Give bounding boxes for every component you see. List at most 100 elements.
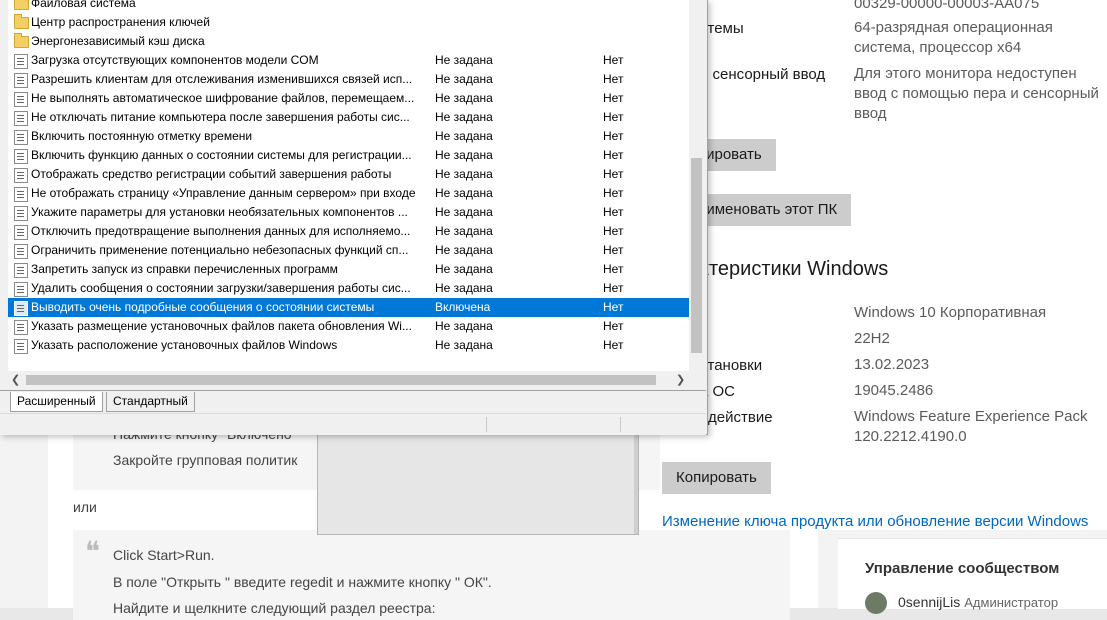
policy-name: Энергонезависимый кэш диска xyxy=(31,34,205,48)
policy-setting-icon xyxy=(14,187,28,202)
tab-standard[interactable]: Стандартный xyxy=(106,392,195,412)
policy-setting-icon xyxy=(14,206,28,221)
policy-setting-icon xyxy=(14,111,28,126)
background-dialog-scrollbar[interactable] xyxy=(634,430,638,534)
policy-state: Не задана xyxy=(435,224,493,238)
policy-state: Не задана xyxy=(435,319,493,333)
policy-state: Не задана xyxy=(435,91,493,105)
installed-on-value: 13.02.2023 xyxy=(854,356,930,373)
policy-comment: Нет xyxy=(603,72,624,86)
edition-value: Windows 10 Корпоративная xyxy=(854,304,1047,321)
policy-setting-icon xyxy=(14,282,28,297)
policy-state: Не задана xyxy=(435,205,493,219)
policy-state: Не задана xyxy=(435,72,493,86)
policy-name: Отображать средство регистрации событий … xyxy=(31,167,392,181)
policy-comment: Нет xyxy=(603,53,624,67)
policy-setting-icon xyxy=(14,54,28,69)
policy-comment: Нет xyxy=(603,319,624,333)
policy-state: Не задана xyxy=(435,243,493,257)
scroll-right-icon[interactable]: ❯ xyxy=(676,373,685,386)
vertical-scroll-thumb[interactable] xyxy=(691,158,702,353)
policy-setting-row[interactable]: Не выполнять автоматическое шифрование ф… xyxy=(8,89,689,108)
policy-setting-row[interactable]: Отображать средство регистрации событий … xyxy=(8,165,689,184)
policy-setting-icon xyxy=(14,244,28,259)
policy-setting-row[interactable]: Не отключать питание компьютера после за… xyxy=(8,108,689,127)
policy-setting-icon xyxy=(14,339,28,354)
policy-comment: Нет xyxy=(603,281,624,295)
policy-name: Удалить сообщения о состоянии загрузки/з… xyxy=(31,281,411,295)
product-id-value: 00329-00000-00003-AA075 xyxy=(854,0,1040,12)
copy-windows-specs-button[interactable]: Копировать xyxy=(662,462,771,494)
policy-name: Не отключать питание компьютера после за… xyxy=(31,110,410,124)
installed-on-label: становки xyxy=(700,357,763,374)
policy-folder-row[interactable]: Файловая система xyxy=(8,0,689,13)
policy-setting-icon xyxy=(14,73,28,88)
change-product-key-link[interactable]: Изменение ключа продукта или обновление … xyxy=(662,513,1088,530)
tab-extended[interactable]: Расширенный xyxy=(10,392,103,412)
policy-name: Ограничить применение потенциально небез… xyxy=(31,243,409,257)
policy-setting-icon xyxy=(14,92,28,107)
vertical-scrollbar[interactable] xyxy=(689,0,706,371)
status-bar xyxy=(0,413,706,435)
policy-setting-row[interactable]: Включить постоянную отметку времени Не за… xyxy=(8,127,689,146)
policy-name: Файловая система xyxy=(31,0,136,10)
policy-setting-icon xyxy=(14,130,28,145)
pen-touch-value: Для этого монитора недоступен ввод с пом… xyxy=(854,65,1099,122)
policy-name: Не отображать страницу «Управление данны… xyxy=(31,186,416,200)
scroll-left-icon[interactable]: ❮ xyxy=(11,373,20,386)
policy-setting-icon xyxy=(14,168,28,183)
policy-name: Разрешить клиентам для отслеживания изме… xyxy=(31,72,413,86)
policy-setting-row[interactable]: Отключить предотвращение выполнения данн… xyxy=(8,222,689,241)
policy-setting-row[interactable]: Выводить очень подробные сообщения о сос… xyxy=(8,298,689,317)
policy-comment: Нет xyxy=(603,338,624,352)
policy-setting-row[interactable]: Включить функцию данных о состоянии сист… xyxy=(8,146,689,165)
policy-state: Не задана xyxy=(435,338,493,352)
policy-name: Выводить очень подробные сообщения о сос… xyxy=(31,300,375,314)
os-build-value: 19045.2486 xyxy=(854,382,934,399)
policy-state: Не задана xyxy=(435,148,493,162)
policy-setting-row[interactable]: Разрешить клиентам для отслеживания изме… xyxy=(8,70,689,89)
policy-comment: Нет xyxy=(603,300,624,314)
policy-name: Указать расположение установочных файлов… xyxy=(31,338,338,352)
policy-name: Запретить запуск из справки перечисленны… xyxy=(31,262,338,276)
policy-name: Загрузка отсутствующих компонентов модел… xyxy=(31,53,319,67)
policy-setting-row[interactable]: Указать размещение установочных файлов п… xyxy=(8,317,689,336)
community-title: Управление сообществом xyxy=(865,560,1060,577)
or-text: или xyxy=(73,499,97,515)
horizontal-scroll-thumb[interactable] xyxy=(26,375,656,385)
horizontal-scrollbar[interactable]: ❮ ❯ xyxy=(8,371,689,389)
folder-icon xyxy=(14,0,29,10)
policy-state: Не задана xyxy=(435,186,493,200)
quote1-line2: Закройте групповая политик xyxy=(113,452,298,468)
folder-icon xyxy=(14,14,29,29)
policy-setting-icon xyxy=(14,320,28,335)
policy-comment: Нет xyxy=(603,129,624,143)
policy-folder-row[interactable]: Энергонезависимый кэш диска xyxy=(8,32,689,51)
windows-about-panel: 00329-00000-00003-AA075 стемы 64-разрядн… xyxy=(660,0,1107,530)
policy-comment: Нет xyxy=(603,186,624,200)
avatar[interactable] xyxy=(865,592,887,614)
policy-comment: Нет xyxy=(603,205,624,219)
policy-setting-icon xyxy=(14,301,28,316)
policy-name: Центр распространения ключей xyxy=(31,15,210,29)
background-dialog xyxy=(317,430,639,535)
policy-setting-row[interactable]: Удалить сообщения о состоянии загрузки/з… xyxy=(8,279,689,298)
policy-state: Не задана xyxy=(435,110,493,124)
policy-setting-row[interactable]: Указать расположение установочных файлов… xyxy=(8,336,689,355)
policy-comment: Нет xyxy=(603,243,624,257)
policy-setting-row[interactable]: Не отображать страницу «Управление данны… xyxy=(8,184,689,203)
policy-state: Не задана xyxy=(435,281,493,295)
policy-setting-row[interactable]: Укажите параметры для установки необязат… xyxy=(8,203,689,222)
policy-folder-row[interactable]: Центр распространения ключей xyxy=(8,13,689,32)
status-divider xyxy=(620,417,621,432)
policy-setting-row[interactable]: Ограничить применение потенциально небез… xyxy=(8,241,689,260)
policy-setting-row[interactable]: Запретить запуск из справки перечисленны… xyxy=(8,260,689,279)
quote-block-2: ❝ Click Start>Run. В поле "Открыть " вве… xyxy=(73,530,790,620)
quote2-line2: В поле "Открыть " введите regedit и нажм… xyxy=(113,574,492,590)
policy-state: Не задана xyxy=(435,53,493,67)
policy-name: Укажите параметры для установки необязат… xyxy=(31,205,408,219)
policy-name: Отключить предотвращение выполнения данн… xyxy=(31,224,411,238)
policy-comment: Нет xyxy=(603,148,624,162)
policy-setting-row[interactable]: Загрузка отсутствующих компонентов модел… xyxy=(8,51,689,70)
policy-name: Не выполнять автоматическое шифрование ф… xyxy=(31,91,415,105)
